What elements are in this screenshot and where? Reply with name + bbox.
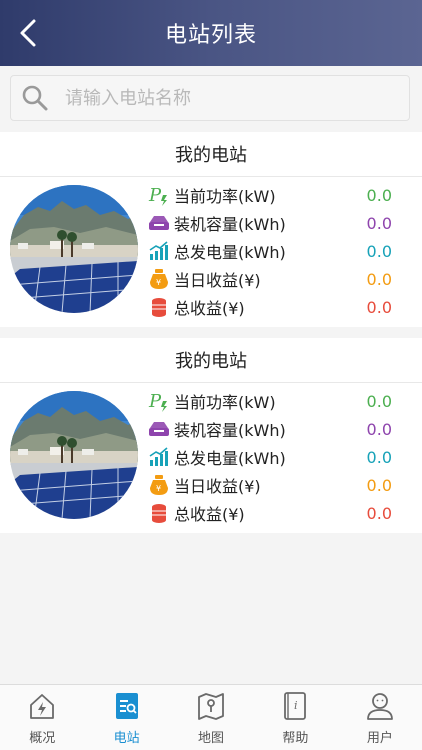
tab-station[interactable]: 电站 (84, 685, 168, 750)
station-metrics: P 当前功率(kW) 0.0 装机容量(kWh) 0.0 总发电量(kWh) 0… (148, 181, 398, 321)
station-card[interactable]: 我的电站 P 当前功率(kW) 0.0 装机容量(kWh) 0.0 总发电量(k… (0, 132, 422, 327)
page-title: 电站列表 (164, 23, 257, 48)
search-input[interactable] (63, 86, 397, 110)
tab-help[interactable]: i 帮助 (253, 685, 337, 750)
metric-value: 0.0 (366, 241, 392, 261)
metric-value: 0.0 (366, 297, 392, 317)
metric-daily-income: ¥ 当日收益(¥) 0.0 (148, 471, 398, 499)
station-card-body: P 当前功率(kW) 0.0 装机容量(kWh) 0.0 总发电量(kWh) 0… (0, 177, 422, 327)
svg-text:¥: ¥ (156, 278, 161, 287)
station-name: 我的电站 (0, 338, 422, 383)
station-photo (10, 185, 138, 313)
metric-current-power: P 当前功率(kW) 0.0 (148, 390, 392, 412)
coin-stack-icon (148, 502, 170, 524)
capacity-icon (148, 212, 170, 234)
metric-value: 0.0 (366, 269, 392, 289)
metric-value: 0.0 (366, 503, 392, 523)
app-screen: 电站列表 我的电站 (0, 0, 422, 750)
metric-value: 0.0 (366, 391, 392, 411)
money-bag-icon: ¥ (148, 474, 170, 496)
metric-capacity: 装机容量(kWh) 0.0 (148, 415, 398, 443)
svg-text:P: P (148, 391, 162, 412)
station-card[interactable]: 我的电站 P 当前功率(kW) 0.0 装机容量(kWh) 0.0 总发电量(k… (0, 338, 422, 533)
station-card-body: P 当前功率(kW) 0.0 装机容量(kWh) 0.0 总发电量(kWh) 0… (0, 383, 422, 533)
svg-text:i: i (294, 699, 298, 712)
metric-current-power: P 当前功率(kW) 0.0 (148, 184, 392, 206)
capacity-icon (148, 418, 170, 440)
search-bar (0, 66, 422, 132)
chevron-left-icon (20, 19, 36, 47)
search-icon (22, 85, 48, 111)
user-icon (366, 693, 393, 720)
power-icon: P (148, 184, 170, 206)
metric-value: 0.0 (366, 447, 392, 467)
svg-text:¥: ¥ (156, 484, 161, 493)
station-icon (115, 693, 138, 719)
station-metrics: P 当前功率(kW) 0.0 装机容量(kWh) 0.0 总发电量(kWh) 0… (148, 387, 398, 527)
metric-total-generation: 总发电量(kWh) 0.0 (148, 237, 398, 265)
search-box[interactable] (10, 75, 410, 121)
money-bag-icon: ¥ (148, 268, 170, 290)
station-photo (10, 391, 138, 519)
metric-total-generation: 总发电量(kWh) 0.0 (148, 443, 398, 471)
metric-total-income: 总收益(¥) 0.0 (148, 293, 398, 321)
generation-chart-icon (148, 240, 170, 262)
metric-value: 0.0 (366, 475, 392, 495)
tab-user[interactable]: 用户 (338, 685, 422, 750)
map-icon (198, 693, 224, 720)
power-icon: P (148, 390, 170, 412)
station-name: 我的电站 (0, 132, 422, 177)
metric-value: 0.0 (366, 419, 392, 439)
metric-daily-income: ¥ 当日收益(¥) 0.0 (148, 265, 398, 293)
coin-stack-icon (148, 296, 170, 318)
metric-total-income: 总收益(¥) 0.0 (148, 499, 398, 527)
generation-chart-icon (148, 446, 170, 468)
overview-house-icon (30, 694, 55, 719)
metric-capacity: 装机容量(kWh) 0.0 (148, 209, 398, 237)
tab-overview[interactable]: 概况 (0, 685, 84, 750)
svg-text:P: P (148, 185, 162, 206)
metric-value: 0.0 (366, 185, 392, 205)
tab-map[interactable]: 地图 (169, 685, 253, 750)
nav-header: 电站列表 (0, 0, 422, 66)
back-button[interactable] (8, 13, 48, 53)
bottom-tab-bar: 概况 电站 地图 i 帮助 用户 (0, 684, 422, 750)
help-book-icon: i (284, 692, 307, 720)
metric-value: 0.0 (366, 213, 392, 233)
